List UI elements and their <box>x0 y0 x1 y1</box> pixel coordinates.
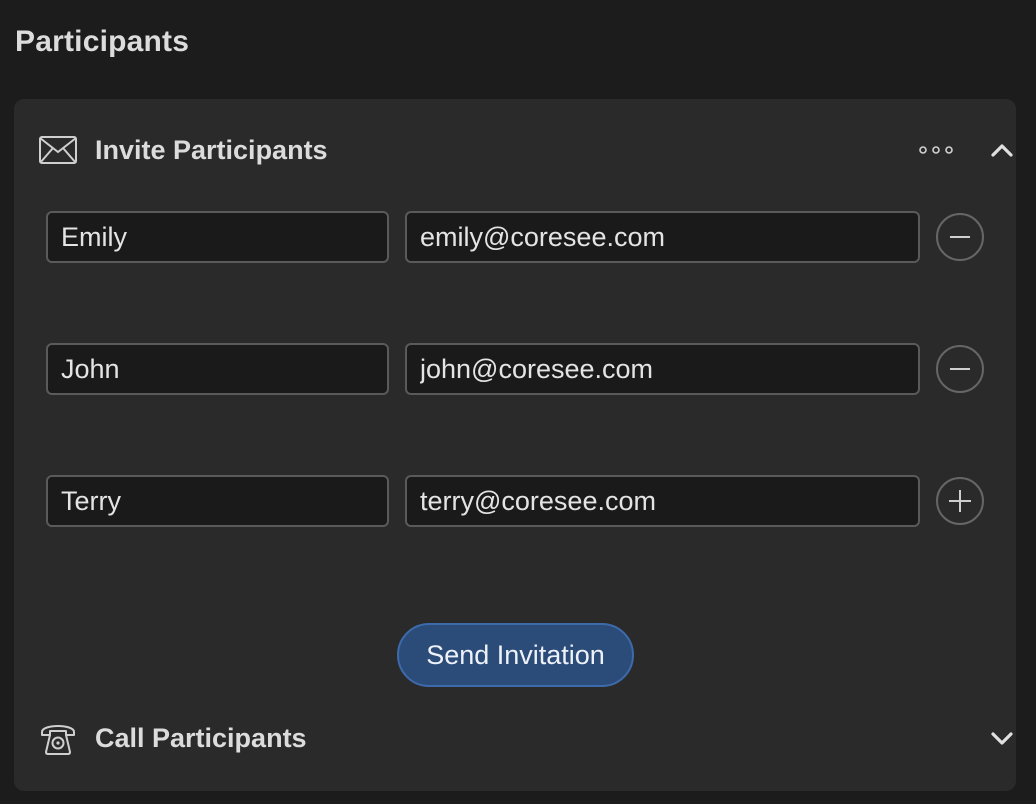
chevron-up-icon <box>991 144 1013 157</box>
participants-panel: Invite Participants Emily emily@coresee.… <box>14 99 1016 791</box>
invite-participants-header[interactable]: Invite Participants <box>38 130 1013 170</box>
participant-row <box>46 343 986 395</box>
participant-name-input[interactable] <box>46 475 389 527</box>
plus-icon <box>949 490 971 512</box>
expand-call-button[interactable] <box>988 724 1016 752</box>
call-participants-title: Call Participants <box>95 722 307 753</box>
page-title: Participants <box>15 25 190 58</box>
invite-participants-title: Invite Participants <box>95 134 328 165</box>
remove-participant-button[interactable] <box>936 213 984 261</box>
minus-icon <box>950 236 970 238</box>
participant-email-input[interactable] <box>405 475 920 527</box>
add-participant-button[interactable] <box>936 477 984 525</box>
telephone-icon <box>38 720 78 756</box>
participant-email-input[interactable] <box>405 211 920 263</box>
minus-icon <box>950 368 970 370</box>
participant-name-input[interactable] <box>46 211 389 263</box>
envelope-icon <box>38 132 78 168</box>
participant-name-input[interactable] <box>46 343 389 395</box>
chevron-down-icon <box>991 732 1013 745</box>
remove-participant-button[interactable] <box>936 345 984 393</box>
collapse-invite-button[interactable] <box>988 136 1016 164</box>
call-participants-header[interactable]: Call Participants <box>38 718 1013 758</box>
participant-row <box>46 475 986 527</box>
participant-email-input[interactable] <box>405 343 920 395</box>
participant-row <box>46 211 986 263</box>
more-options-button[interactable] <box>918 138 954 162</box>
send-invitation-button[interactable]: Send Invitation <box>397 623 634 687</box>
ellipsis-icon <box>919 146 953 154</box>
